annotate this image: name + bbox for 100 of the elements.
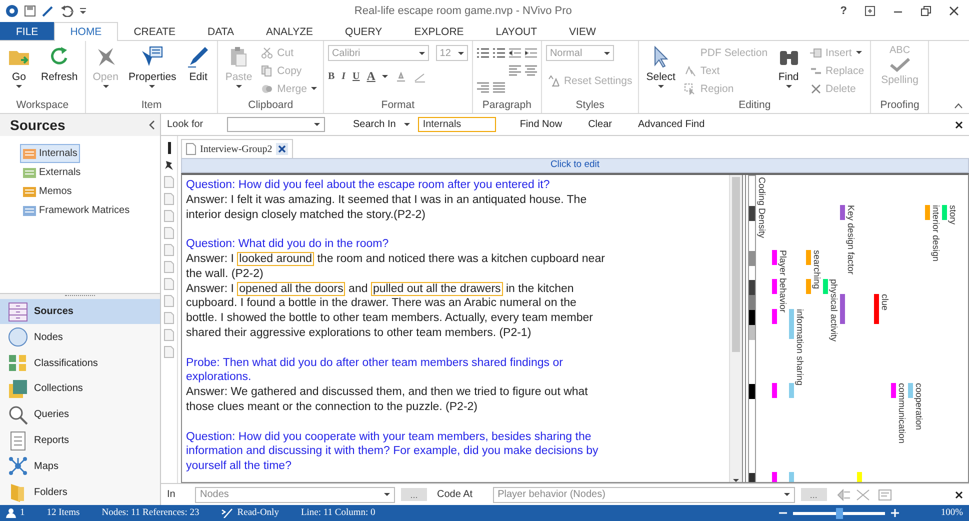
find-now-button[interactable]: Find Now [520,119,562,130]
navigation-item[interactable]: Sources [0,298,160,324]
restore-icon[interactable] [921,6,931,16]
zoom-in-icon[interactable] [890,509,899,517]
close-icon[interactable] [955,490,963,498]
coding-stripe[interactable] [772,250,777,265]
document-icon[interactable] [164,210,174,222]
collapse-ribbon-icon[interactable] [954,103,963,109]
document-icon[interactable] [164,193,174,205]
coding-stripe[interactable] [772,308,777,324]
coding-stripe[interactable] [772,382,777,398]
ribbon-tab[interactable]: ANALYZE [250,22,330,40]
close-icon[interactable] [949,6,959,16]
ribbon-tab[interactable]: CREATE [118,22,192,40]
coded-passage[interactable]: looked around [237,252,314,266]
help-button[interactable]: ? [840,5,847,17]
highlight-icon[interactable] [395,70,408,82]
tree-item[interactable]: Framework Matrices [20,201,133,220]
navigation-item[interactable]: Maps [0,453,160,480]
clear-button[interactable]: Clear [588,119,612,130]
document-icon[interactable] [164,329,174,341]
scope-field[interactable]: Internals [418,117,496,132]
tree-item[interactable]: Internals [20,144,80,163]
align-center-icon[interactable] [524,64,537,76]
undo-icon[interactable] [60,5,74,17]
bold-button[interactable]: B [328,71,335,82]
look-for-field[interactable] [227,117,325,132]
ribbon-tab[interactable]: DATA [192,22,250,40]
click-to-edit-bar[interactable]: Click to edit [181,158,969,173]
ribbon-tab[interactable]: EXPLORE [398,22,480,40]
decrease-indent-icon[interactable] [508,47,521,59]
file-menu-tab[interactable]: FILE [0,22,54,40]
coded-passage[interactable]: pulled out all the drawers [370,282,503,296]
close-icon[interactable] [276,143,288,155]
coding-stripe[interactable] [772,279,777,294]
ribbon-button[interactable]: Refresh [38,45,81,85]
coding-stripe[interactable] [891,382,896,398]
ribbon-button[interactable]: Find [774,45,804,88]
text-cursor-icon [684,64,696,76]
save-icon[interactable] [24,5,36,17]
customize-icon[interactable] [80,6,86,16]
document-icon[interactable] [164,295,174,307]
navigation-item[interactable]: Nodes [0,324,160,350]
font-color-button[interactable]: A [366,69,376,84]
eraser-line-icon[interactable] [414,70,426,82]
coding-stripe[interactable] [772,472,777,482]
tree-item[interactable]: Memos [20,182,75,201]
chevron-left-icon[interactable] [149,120,155,130]
navigation-item[interactable]: Queries [0,402,160,428]
close-icon[interactable] [955,120,963,128]
coding-stripe[interactable] [806,279,811,294]
document-icon[interactable] [164,312,174,324]
ribbon-button[interactable]: Go [4,45,34,88]
document-icon[interactable] [164,261,174,273]
code-icon[interactable] [836,488,851,500]
coding-stripe[interactable] [925,205,930,220]
numbering-icon[interactable] [492,47,505,59]
coding-stripe[interactable] [840,205,845,220]
navigation-item[interactable]: Classifications [0,350,160,376]
advanced-find-link[interactable]: Advanced Find [638,119,705,130]
coded-passage[interactable]: opened all the doors [237,282,346,296]
justify-icon[interactable] [492,81,505,93]
document-icon[interactable] [164,346,174,358]
in-dropdown[interactable]: Nodes [195,486,395,502]
ribbon-display-icon[interactable] [865,6,875,16]
list-icon[interactable] [878,488,892,500]
ribbon-tab[interactable]: LAYOUT [480,22,554,40]
ribbon-tab[interactable]: QUERY [329,22,398,40]
text-cursor-icon[interactable] [168,142,170,154]
ribbon-button[interactable]: Properties [125,45,180,88]
tree-item[interactable]: Externals [20,163,84,182]
ribbon-button[interactable]: Edit [183,45,214,85]
align-left-icon[interactable] [508,64,521,76]
pin-icon[interactable] [164,159,174,171]
document-icon[interactable] [164,176,174,188]
ribbon-tab[interactable]: HOME [54,22,118,41]
question-text: Question: What did you do in the room? [186,238,389,250]
scrollbar[interactable] [729,175,742,482]
navigation-item[interactable]: Collections [0,376,160,402]
uncode-icon[interactable] [856,488,870,500]
browse-button[interactable]: ... [401,488,427,501]
search-in-button[interactable]: Search In [353,119,410,130]
navigation-item[interactable]: Reports [0,428,160,454]
ribbon-tab[interactable]: VIEW [553,22,612,40]
navigation-item[interactable]: Folders [0,479,160,505]
browse-button[interactable]: ... [800,488,827,501]
ribbon-button[interactable]: Select [643,45,678,88]
pen-icon[interactable] [42,5,54,17]
bullets-icon[interactable] [476,47,489,59]
document-icon[interactable] [164,278,174,290]
code-at-dropdown[interactable]: Player behavior (Nodes) [492,486,795,502]
document-tab[interactable]: Interview-Group2 [181,139,294,158]
increase-indent-icon[interactable] [524,47,537,59]
caret-icon [784,493,790,496]
underline-button[interactable]: U [352,71,360,82]
align-right-icon[interactable] [476,81,489,93]
document-icon[interactable] [164,227,174,239]
coding-stripe[interactable] [806,250,811,265]
italic-button[interactable]: I [342,71,346,82]
document-icon[interactable] [164,244,174,256]
